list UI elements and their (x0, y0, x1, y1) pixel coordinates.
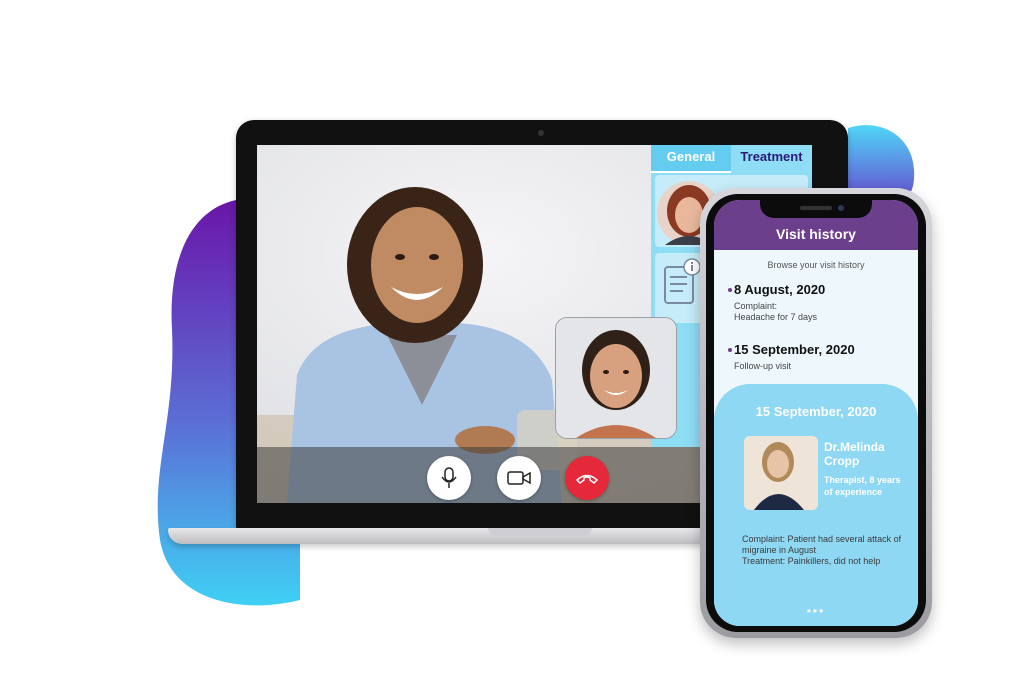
phone-screen: Visit history Browse your visit history … (714, 200, 918, 626)
visit-detail-text: Complaint: Patient had several attack of… (742, 534, 912, 567)
visit-item[interactable]: 8 August, 2020 Complaint: Headache for 7… (728, 282, 826, 323)
phone-hangup-icon (575, 474, 599, 484)
bullet-icon (728, 288, 732, 292)
visit-complaint-label: Complaint: (734, 301, 778, 311)
page-subtitle: Browse your visit history (767, 260, 865, 270)
laptop-opening-notch (488, 528, 592, 536)
doctor-photo (744, 436, 818, 510)
microphone-button[interactable] (427, 456, 471, 500)
self-view-person (556, 318, 676, 438)
visit-item[interactable]: 15 September, 2020 Follow-up visit (728, 342, 855, 372)
doctor-role: Therapist, 8 years of experience (824, 475, 901, 497)
doctor-name: Dr.Melinda Cropp (824, 440, 885, 468)
detail-treatment: Treatment: Painkillers, did not help (742, 556, 881, 566)
page-title: Visit history (776, 226, 856, 242)
visit-complaint: Headache for 7 days (734, 312, 818, 322)
detail-complaint: Complaint: Patient had several attack of… (742, 534, 902, 555)
microphone-icon (441, 467, 457, 488)
pager-dots[interactable]: ••• (714, 604, 918, 618)
end-call-button[interactable] (565, 456, 609, 500)
self-view-video[interactable] (555, 317, 677, 439)
bullet-icon (728, 348, 732, 352)
doctor-avatar (744, 436, 818, 510)
visit-note: Follow-up visit (734, 361, 792, 371)
visit-detail-card[interactable]: 15 September, 2020 Dr.Melinda Cropp Ther… (714, 384, 918, 626)
detail-date: 15 September, 2020 (755, 404, 877, 419)
tab-general[interactable]: General (651, 145, 731, 173)
laptop-webcam (538, 130, 544, 136)
phone-camera (838, 205, 844, 211)
tab-treatment[interactable]: Treatment (731, 145, 812, 171)
video-camera-icon (507, 471, 531, 485)
phone-speaker (800, 206, 832, 210)
visit-date: 8 August, 2020 (734, 282, 826, 297)
visit-date: 15 September, 2020 (734, 342, 855, 357)
camera-button[interactable] (497, 456, 541, 500)
